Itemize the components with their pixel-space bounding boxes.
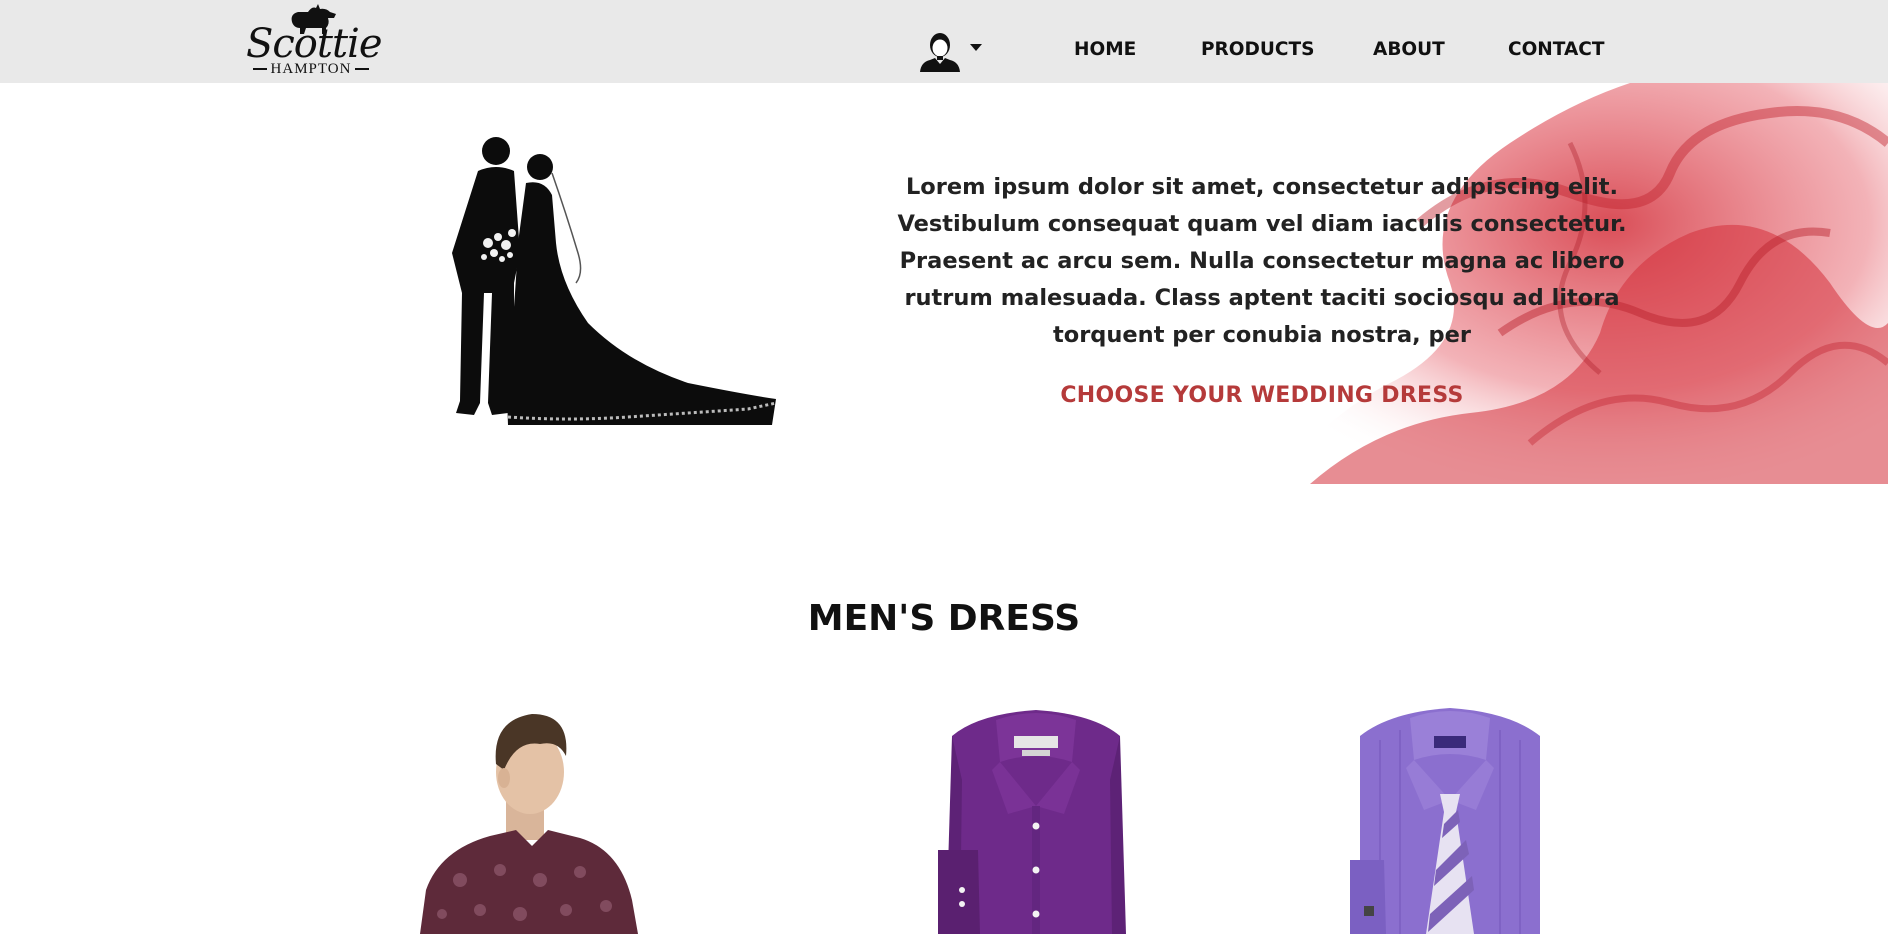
logo-subtitle: HAMPTON [246, 61, 376, 77]
section-title-mens-dress: MEN'S DRESS [807, 598, 1081, 639]
lavender-shirt-with-tie-image [1350, 708, 1540, 934]
nav-about[interactable]: ABOUT [1373, 38, 1508, 62]
product-card[interactable] [420, 700, 640, 934]
bride-groom-silhouette-icon [452, 137, 777, 425]
nav-contact[interactable]: CONTACT [1508, 38, 1604, 62]
site-header: Scottie HAMPTON HOME PRODUCTS ABOUT CONT… [0, 0, 1888, 83]
nav-home[interactable]: HOME [1074, 38, 1201, 62]
user-menu[interactable] [918, 30, 986, 72]
choose-wedding-dress-link[interactable]: CHOOSE YOUR WEDDING DRESS [880, 383, 1644, 408]
hero-banner: Lorem ipsum dolor sit amet, consectetur … [0, 83, 1888, 484]
product-card[interactable] [1350, 700, 1550, 934]
nav-products[interactable]: PRODUCTS [1201, 38, 1373, 62]
logo-subtitle-text: HAMPTON [270, 60, 352, 77]
site-logo[interactable]: Scottie HAMPTON [246, 2, 383, 78]
user-avatar-icon [920, 33, 960, 72]
purple-dress-shirt-image [938, 710, 1126, 934]
caret-down-icon [970, 44, 982, 51]
logo-wordmark: Scottie [246, 21, 383, 67]
main-nav: HOME PRODUCTS ABOUT CONTACT [1074, 38, 1604, 62]
product-card[interactable] [938, 700, 1134, 934]
man-in-floral-shirt-image [420, 714, 638, 934]
hero-description: Lorem ipsum dolor sit amet, consectetur … [897, 174, 1627, 348]
